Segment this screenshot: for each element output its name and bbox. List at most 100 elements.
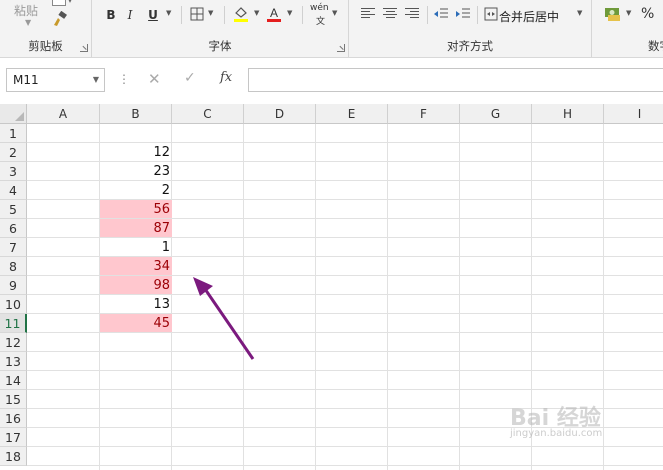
row-header-11[interactable]: 11 bbox=[0, 314, 27, 333]
gridline bbox=[27, 389, 663, 390]
cell-b7[interactable]: 1 bbox=[100, 238, 170, 257]
gridline bbox=[243, 124, 244, 470]
underline-button[interactable]: U bbox=[146, 7, 160, 23]
cell-b10[interactable]: 13 bbox=[100, 295, 170, 314]
select-all-button[interactable] bbox=[0, 104, 27, 124]
gridline bbox=[459, 124, 460, 470]
column-header-d[interactable]: D bbox=[244, 104, 316, 124]
formula-bar: M11 ▼ ⋮ ✕ ✓ fx bbox=[0, 58, 663, 103]
ribbon: 粘贴 ▼ ▾ 剪贴板 B I U ▼ ▼ ▼ A ▼ wén 文 ▼ 字体 合并… bbox=[0, 0, 663, 58]
row-header-13[interactable]: 13 bbox=[0, 352, 27, 371]
borders-icon[interactable] bbox=[190, 7, 204, 21]
phonetic-dropdown-icon[interactable]: ▼ bbox=[332, 9, 337, 17]
row-header-10[interactable]: 10 bbox=[0, 295, 27, 314]
font-color-icon[interactable]: A bbox=[266, 5, 282, 23]
borders-dropdown-icon[interactable]: ▼ bbox=[208, 9, 213, 17]
column-header-a[interactable]: A bbox=[27, 104, 100, 124]
cell-b6[interactable]: 87 bbox=[100, 219, 170, 238]
number-group-label: 数字 bbox=[648, 39, 663, 53]
fill-color-dropdown-icon[interactable]: ▼ bbox=[254, 9, 259, 17]
row-header-3[interactable]: 3 bbox=[0, 162, 27, 181]
align-center-icon[interactable] bbox=[383, 8, 397, 20]
separator bbox=[181, 6, 182, 24]
gridline bbox=[603, 124, 604, 470]
phonetic-guide-bottom[interactable]: 文 bbox=[316, 14, 325, 27]
column-header-h[interactable]: H bbox=[532, 104, 604, 124]
formula-bar-grip-icon[interactable]: ⋮ bbox=[118, 72, 130, 86]
italic-button[interactable]: I bbox=[124, 7, 136, 23]
row-header-2[interactable]: 2 bbox=[0, 143, 27, 162]
percent-style-button[interactable]: % bbox=[641, 6, 654, 22]
row-header-16[interactable]: 16 bbox=[0, 409, 27, 428]
cell-b2[interactable]: 12 bbox=[100, 143, 170, 162]
column-header-e[interactable]: E bbox=[316, 104, 388, 124]
paste-button[interactable]: 粘贴 bbox=[14, 2, 38, 19]
increase-indent-icon[interactable] bbox=[455, 7, 471, 21]
fill-color-icon[interactable] bbox=[232, 5, 250, 23]
separator bbox=[224, 6, 225, 24]
row-header-4[interactable]: 4 bbox=[0, 181, 27, 200]
font-launcher-icon[interactable] bbox=[337, 44, 345, 52]
name-box[interactable]: M11 ▼ bbox=[6, 68, 105, 92]
gridline bbox=[171, 124, 172, 470]
gridline bbox=[315, 124, 316, 470]
name-box-value: M11 bbox=[13, 73, 39, 87]
separator bbox=[477, 6, 478, 24]
row-header-14[interactable]: 14 bbox=[0, 371, 27, 390]
row-header-15[interactable]: 15 bbox=[0, 390, 27, 409]
row-header-7[interactable]: 7 bbox=[0, 238, 27, 257]
paste-dropdown-icon[interactable]: ▼ bbox=[25, 18, 31, 27]
align-left-icon[interactable] bbox=[361, 8, 375, 20]
column-header-c[interactable]: C bbox=[172, 104, 244, 124]
copy-dropdown-icon[interactable]: ▾ bbox=[68, 0, 72, 5]
font-group: B I U ▼ ▼ ▼ A ▼ wén 文 ▼ 字体 bbox=[92, 0, 349, 57]
separator bbox=[427, 6, 428, 24]
cell-b4[interactable]: 2 bbox=[100, 181, 170, 200]
underline-dropdown-icon[interactable]: ▼ bbox=[166, 9, 171, 17]
font-color-dropdown-icon[interactable]: ▼ bbox=[287, 9, 292, 17]
row-header-6[interactable]: 6 bbox=[0, 219, 27, 238]
merge-center-button[interactable]: 合并后居中 bbox=[499, 8, 559, 25]
phonetic-guide-top[interactable]: wén bbox=[310, 3, 329, 13]
watermark-url: jingyan.baidu.com bbox=[510, 428, 603, 439]
cell-b9[interactable]: 98 bbox=[100, 276, 170, 295]
column-header-i[interactable]: I bbox=[604, 104, 663, 124]
gridline bbox=[27, 351, 663, 352]
column-header-g[interactable]: G bbox=[460, 104, 532, 124]
row-header-18[interactable]: 18 bbox=[0, 447, 27, 466]
cell-b3[interactable]: 23 bbox=[100, 162, 170, 181]
align-right-icon[interactable] bbox=[405, 8, 419, 20]
gridline bbox=[27, 465, 663, 466]
accounting-format-icon[interactable] bbox=[604, 5, 622, 23]
alignment-group-label: 对齐方式 bbox=[447, 39, 493, 53]
merge-dropdown-icon[interactable]: ▼ bbox=[577, 9, 582, 17]
row-header-5[interactable]: 5 bbox=[0, 200, 27, 219]
alignment-group: 合并后居中 ▼ 对齐方式 bbox=[349, 0, 592, 57]
row-header-12[interactable]: 12 bbox=[0, 333, 27, 352]
column-header-b[interactable]: B bbox=[100, 104, 172, 124]
cell-b11[interactable]: 45 bbox=[100, 314, 170, 333]
row-header-1[interactable]: 1 bbox=[0, 124, 27, 143]
separator bbox=[302, 6, 303, 24]
enter-icon[interactable]: ✓ bbox=[184, 70, 196, 86]
cancel-icon[interactable]: ✕ bbox=[148, 70, 161, 88]
formula-input[interactable] bbox=[248, 68, 663, 92]
accounting-dropdown-icon[interactable]: ▼ bbox=[626, 9, 631, 17]
copy-icon[interactable] bbox=[52, 0, 66, 6]
format-painter-icon[interactable] bbox=[52, 11, 68, 27]
merge-center-icon[interactable] bbox=[484, 7, 498, 21]
number-group: ▼ % 数字 bbox=[592, 0, 663, 57]
decrease-indent-icon[interactable] bbox=[433, 7, 449, 21]
insert-function-button[interactable]: fx bbox=[220, 70, 232, 85]
clipboard-launcher-icon[interactable] bbox=[80, 44, 88, 52]
row-header-9[interactable]: 9 bbox=[0, 276, 27, 295]
row-header-17[interactable]: 17 bbox=[0, 428, 27, 447]
name-box-dropdown-icon[interactable]: ▼ bbox=[93, 69, 99, 91]
column-header-f[interactable]: F bbox=[388, 104, 460, 124]
bold-button[interactable]: B bbox=[104, 7, 118, 23]
gridline bbox=[27, 446, 663, 447]
clipboard-group-label: 剪贴板 bbox=[28, 39, 63, 53]
cell-b8[interactable]: 34 bbox=[100, 257, 170, 276]
cell-b5[interactable]: 56 bbox=[100, 200, 170, 219]
row-header-8[interactable]: 8 bbox=[0, 257, 27, 276]
